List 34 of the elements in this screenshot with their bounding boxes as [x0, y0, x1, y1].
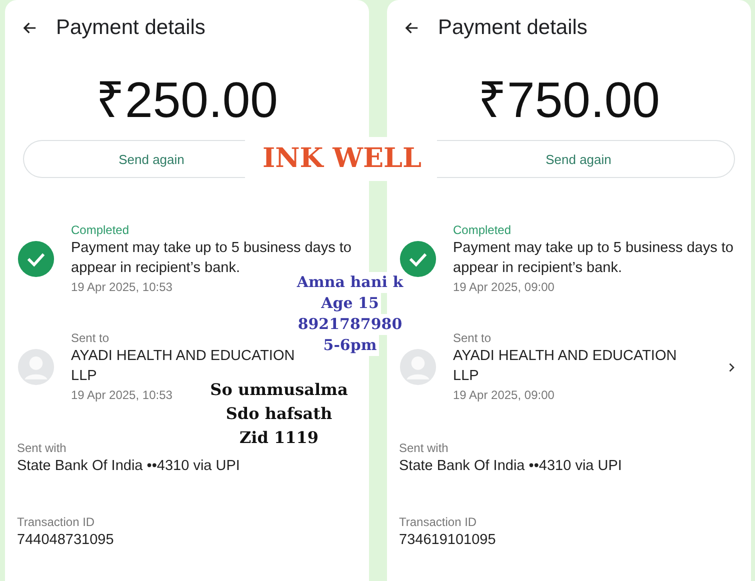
field-label: Sent with	[17, 440, 66, 456]
note-text: Amna hani k	[294, 272, 406, 293]
amount-text: ₹250.00	[96, 72, 278, 128]
avatar-icon	[399, 348, 437, 386]
payment-method: State Bank Of India ••4310 via UPI	[17, 457, 240, 476]
timestamp: 19 Apr 2025, 09:00	[453, 387, 554, 404]
field-label: Transaction ID	[17, 514, 95, 530]
note-text: 8921787980	[296, 314, 404, 335]
back-icon[interactable]	[22, 20, 38, 36]
page-title: Payment details	[56, 16, 206, 40]
status-message: Payment may take up to 5 business days to appear in recipient’s bank.	[453, 239, 734, 278]
timestamp: 19 Apr 2025, 10:53	[71, 279, 172, 296]
field-label: Transaction ID	[399, 514, 477, 530]
status-label: Completed	[71, 222, 130, 238]
payment-method: State Bank Of India ••4310 via UPI	[399, 457, 622, 476]
chevron-icon[interactable]	[729, 362, 735, 372]
check-icon	[17, 240, 55, 278]
status-label: Completed	[453, 222, 512, 238]
transaction-id: 744048731095	[17, 531, 114, 550]
field-label: Sent to	[453, 330, 492, 346]
send-again-button[interactable]: Send again	[437, 140, 735, 178]
note-text: 5-6pm	[321, 335, 379, 356]
recipient-name: AYADI HEALTH AND EDUCATION LLP	[453, 347, 678, 386]
back-icon[interactable]	[404, 20, 420, 36]
field-label: Sent with	[399, 440, 448, 456]
timestamp: 19 Apr 2025, 09:00	[453, 279, 554, 296]
avatar-icon	[17, 348, 55, 386]
page-title: Payment details	[438, 16, 588, 40]
transaction-id: 734619101095	[399, 531, 496, 550]
amount-text: ₹750.00	[478, 72, 660, 128]
note-text: Age 15	[319, 293, 381, 314]
send-again-button[interactable]: Send again	[23, 140, 245, 178]
timestamp: 19 Apr 2025, 10:53	[71, 387, 172, 404]
field-label: Sent to	[71, 330, 110, 346]
